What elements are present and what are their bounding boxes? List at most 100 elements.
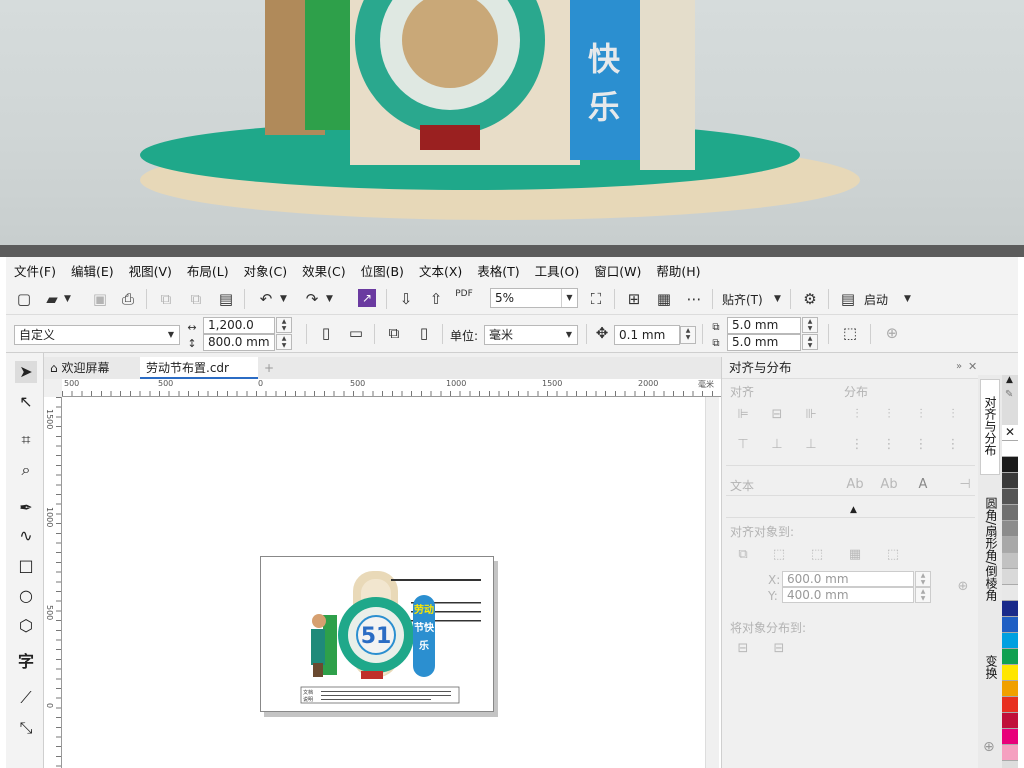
x-stepper[interactable]: ▲ ▼ [915, 571, 931, 587]
color-swatch[interactable] [1002, 457, 1018, 473]
add-docker-icon[interactable]: ⊕ [983, 739, 995, 755]
color-swatch[interactable] [1002, 617, 1018, 633]
color-swatch[interactable] [1002, 441, 1018, 457]
page-preset-select[interactable]: 自定义 ▼ [14, 325, 180, 345]
height-stepper[interactable]: ▲ ▼ [276, 334, 292, 350]
portrait-icon[interactable]: ▯ [316, 324, 336, 342]
menu-view[interactable]: 视图(V) [129, 261, 172, 280]
distribute-center-v-icon[interactable]: ⋮ [880, 437, 898, 453]
color-swatch[interactable] [1002, 489, 1018, 505]
distribute-center-h-icon[interactable]: ⫶ [880, 407, 898, 423]
duplicate-y-field[interactable]: 5.0 mm [727, 334, 801, 351]
menu-help[interactable]: 帮助(H) [656, 261, 700, 280]
text-tool-icon[interactable]: 字 [15, 651, 37, 673]
application-launcher-icon[interactable]: ▤ [838, 290, 858, 308]
specified-point-icon[interactable]: ⬚ [884, 547, 902, 563]
color-swatch[interactable] [1002, 729, 1018, 745]
color-swatch[interactable] [1002, 553, 1018, 569]
align-center-h-icon[interactable]: ⊟ [768, 407, 786, 423]
scroll-up-icon[interactable]: ▲ [1006, 375, 1013, 385]
distribute-top-icon[interactable]: ⋮ [848, 437, 866, 453]
add-tab-button[interactable]: + [258, 357, 278, 379]
menu-object[interactable]: 对象(C) [244, 261, 287, 280]
redo-chevron-icon[interactable]: ▼ [326, 294, 333, 304]
pick-point-icon[interactable]: ⊕ [954, 579, 972, 595]
zoom-tool-icon[interactable]: ⌕ [15, 459, 37, 481]
color-swatch[interactable] [1002, 713, 1018, 729]
text-pin-icon[interactable]: ⊣ [956, 477, 974, 493]
menu-edit[interactable]: 编辑(E) [71, 261, 114, 280]
polygon-tool-icon[interactable]: ⬡ [15, 615, 37, 637]
duplicate-x-field[interactable]: 5.0 mm [727, 317, 801, 334]
pick-tool-icon[interactable]: ➤ [15, 361, 37, 383]
redo-icon[interactable]: ↷ [302, 290, 322, 308]
chevron-down-icon[interactable]: ▼ [64, 294, 71, 304]
width-stepper[interactable]: ▲ ▼ [276, 317, 292, 333]
connector-tool-icon[interactable]: ⤡ [15, 717, 37, 739]
color-swatch[interactable] [1002, 601, 1018, 617]
y-position-field[interactable]: 400.0 mm [782, 587, 914, 603]
menu-window[interactable]: 窗口(W) [594, 261, 641, 280]
gear-icon[interactable]: ⚙ [800, 290, 820, 308]
rectangle-tool-icon[interactable]: □ [15, 555, 37, 577]
landscape-icon[interactable]: ▭ [346, 324, 366, 342]
color-swatch[interactable] [1002, 745, 1018, 761]
paste-icon[interactable]: ▤ [216, 290, 236, 308]
launch-button[interactable]: 启动 [864, 291, 888, 308]
text-bbox-icon[interactable]: A [914, 477, 932, 493]
active-objects-icon[interactable]: ⧉ [734, 547, 752, 563]
full-screen-icon[interactable]: ⛶ [586, 290, 606, 308]
duplicate-x-stepper[interactable]: ▲ ▼ [802, 317, 818, 333]
distribute-left-icon[interactable]: ⫶ [848, 407, 866, 423]
color-swatch[interactable] [1002, 473, 1018, 489]
add-icon[interactable]: ⊕ [882, 324, 902, 342]
page-width-field[interactable]: 1,200.0 mm [203, 317, 275, 347]
align-left-icon[interactable]: ⊫ [734, 407, 752, 423]
no-fill-swatch[interactable]: ✕ [1002, 425, 1018, 441]
align-center-v-icon[interactable]: ⊥ [768, 437, 786, 453]
menu-bitmaps[interactable]: 位图(B) [361, 261, 404, 280]
distribute-bottom-icon[interactable]: ⋮ [944, 437, 962, 453]
horizontal-ruler[interactable]: 500 500 0 500 1000 1500 2000 毫米 [62, 379, 721, 397]
color-swatch[interactable] [1002, 633, 1018, 649]
pdf-icon[interactable]: PDF [454, 289, 474, 299]
distribute-space-v-icon[interactable]: ⋮ [912, 437, 930, 453]
tab-welcome[interactable]: ⌂ 欢迎屏幕 [44, 357, 140, 379]
nudge-field[interactable]: 0.1 mm [614, 325, 680, 345]
menu-text[interactable]: 文本(X) [419, 261, 462, 280]
zoom-level-select[interactable]: 5% ▼ [490, 288, 578, 308]
vertical-scrollbar[interactable] [705, 397, 719, 768]
vertical-ruler[interactable]: 1500 1000 500 0 [44, 397, 62, 768]
menu-tools[interactable]: 工具(O) [535, 261, 580, 280]
page-center-icon[interactable]: ⬚ [808, 547, 826, 563]
align-top-icon[interactable]: ⊤ [734, 437, 752, 453]
snap-to-menu[interactable]: 贴齐(T) [722, 291, 763, 308]
guidelines-icon[interactable]: ⋯ [684, 290, 704, 308]
crop-tool-icon[interactable]: ⌗ [15, 429, 37, 451]
snap-chevron-icon[interactable]: ▼ [774, 294, 781, 304]
color-swatch[interactable] [1002, 585, 1018, 601]
tab-fillet-chamfer[interactable]: 圆角/扇形角/倒棱角 [980, 481, 1000, 633]
y-stepper[interactable]: ▲ ▼ [915, 587, 931, 603]
show-grid-icon[interactable]: ▦ [654, 290, 674, 308]
text-baseline-first-icon[interactable]: Ab [846, 477, 864, 493]
menu-table[interactable]: 表格(T) [477, 261, 519, 280]
copy-icon[interactable]: ⧉ [186, 290, 206, 308]
duplicate-y-stepper[interactable]: ▲ ▼ [802, 334, 818, 350]
color-swatch[interactable] [1002, 569, 1018, 585]
selection-extent-icon[interactable]: ⊟ [734, 641, 752, 657]
eyedropper-icon[interactable]: ✎ [1005, 389, 1013, 400]
undo-chevron-icon[interactable]: ▼ [280, 294, 287, 304]
color-swatch[interactable] [1002, 697, 1018, 713]
color-swatch[interactable] [1002, 521, 1018, 537]
text-baseline-last-icon[interactable]: Ab [880, 477, 898, 493]
launch-chevron-icon[interactable]: ▼ [904, 294, 911, 304]
color-swatch[interactable] [1002, 681, 1018, 697]
freehand-tool-icon[interactable]: ✒ [15, 497, 37, 519]
distribute-right-icon[interactable]: ⫶ [944, 407, 962, 423]
treat-as-filled-icon[interactable]: ⬚ [840, 324, 860, 342]
close-icon[interactable]: ✕ [968, 360, 977, 373]
print-icon[interactable]: ⎙ [118, 290, 138, 308]
menu-file[interactable]: 文件(F) [14, 261, 56, 280]
search-content-icon[interactable]: ↗ [358, 289, 376, 307]
